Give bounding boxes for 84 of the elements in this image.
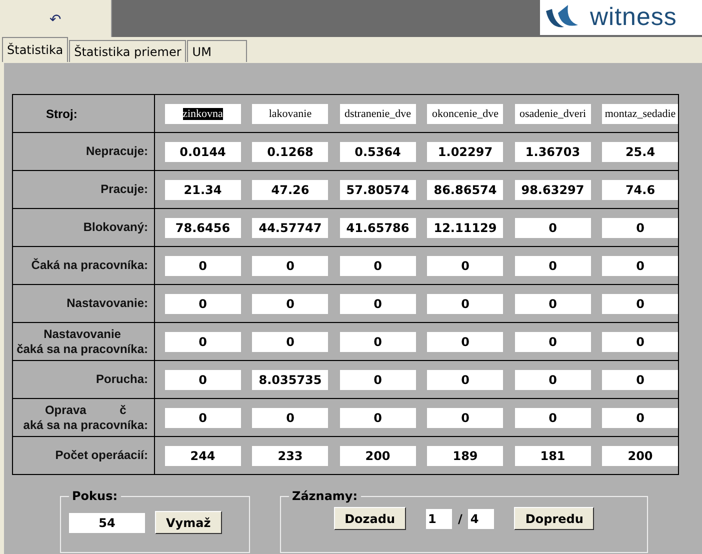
- value-field[interactable]: 0: [164, 332, 241, 352]
- value-field[interactable]: 0: [427, 332, 504, 352]
- value-field[interactable]: 0: [164, 256, 241, 276]
- row-label: Oprava č aká sa na pracovníka:: [23, 402, 148, 432]
- tab[interactable]: UM: [187, 40, 248, 62]
- row-label: Porucha:: [96, 372, 148, 387]
- value-field[interactable]: 0: [602, 256, 678, 276]
- row-label: Počet operáacií:: [55, 448, 148, 463]
- machine-field[interactable]: zinkovna: [164, 104, 241, 124]
- value-field[interactable]: 0.0144: [164, 142, 241, 162]
- value-field[interactable]: 0: [602, 370, 678, 390]
- value-field[interactable]: 0: [427, 256, 504, 276]
- value-field[interactable]: 0: [164, 408, 241, 428]
- value-field[interactable]: 0: [427, 408, 504, 428]
- value-field[interactable]: 0: [164, 370, 241, 390]
- group-label: Pokus:: [71, 489, 119, 503]
- value-field[interactable]: 200: [602, 446, 678, 466]
- machine-field[interactable]: okoncenie_dve: [427, 104, 504, 124]
- value-field[interactable]: 25.4: [602, 142, 678, 162]
- value-field[interactable]: 0: [427, 294, 504, 314]
- value-field[interactable]: 0: [252, 332, 328, 352]
- value-field[interactable]: 0: [602, 294, 678, 314]
- row-label: Pracuje:: [100, 182, 148, 197]
- value-field[interactable]: 181: [514, 446, 591, 466]
- value-field[interactable]: 44.57747: [252, 218, 328, 238]
- row-label: Blokovaný:: [83, 220, 148, 235]
- value-field[interactable]: 0: [340, 294, 416, 314]
- undo-button[interactable]: ↶: [0, 0, 112, 37]
- value-field[interactable]: 21.34: [164, 180, 241, 200]
- value-field[interactable]: 0: [252, 408, 328, 428]
- value-field[interactable]: 0.5364: [340, 142, 416, 162]
- row-label: Stroj:: [46, 106, 78, 120]
- value-field[interactable]: 86.86574: [427, 180, 504, 200]
- value-field[interactable]: 57.80574: [340, 180, 416, 200]
- value-field[interactable]: 47.26: [252, 180, 328, 200]
- back-button[interactable]: Dozadu: [334, 507, 406, 530]
- machine-field[interactable]: dstranenie_dve: [340, 104, 416, 124]
- value-field[interactable]: 0: [514, 408, 591, 428]
- value-field[interactable]: 0: [340, 332, 416, 352]
- group-label: Záznamy:: [291, 489, 359, 503]
- total-field[interactable]: 4: [468, 508, 494, 528]
- record-field[interactable]: 1: [426, 508, 452, 528]
- value-field[interactable]: 0: [514, 294, 591, 314]
- separator: /: [458, 512, 462, 526]
- value-field[interactable]: 41.65786: [340, 218, 416, 238]
- value-field[interactable]: 0: [340, 370, 416, 390]
- attempt-field[interactable]: 54: [69, 512, 145, 532]
- value-field[interactable]: 244: [164, 446, 241, 466]
- row-label: Nepracuje:: [86, 144, 148, 159]
- value-field[interactable]: 0: [427, 370, 504, 390]
- value-field[interactable]: 98.63297: [514, 180, 591, 200]
- value-field[interactable]: 189: [427, 446, 504, 466]
- value-field[interactable]: 0: [514, 218, 591, 238]
- machine-field[interactable]: montaz_sedadie: [602, 104, 678, 124]
- row-label: Čaká na pracovníka:: [31, 258, 148, 273]
- value-field[interactable]: 0: [602, 332, 678, 352]
- value-field[interactable]: 200: [340, 446, 416, 466]
- machine-field[interactable]: lakovanie: [252, 104, 328, 124]
- value-field[interactable]: 0: [602, 408, 678, 428]
- value-field[interactable]: 0: [514, 370, 591, 390]
- value-field[interactable]: 1.36703: [514, 142, 591, 162]
- clear-button[interactable]: Vymaž: [155, 511, 222, 534]
- value-field[interactable]: 74.6: [602, 180, 678, 200]
- tab[interactable]: Štatistika: [2, 37, 68, 62]
- value-field[interactable]: 0.1268: [252, 142, 328, 162]
- value-field[interactable]: 0: [514, 332, 591, 352]
- value-field[interactable]: 0: [340, 408, 416, 428]
- tab[interactable]: Štatistika priemer: [69, 40, 186, 62]
- value-field[interactable]: 8.035735: [252, 370, 328, 390]
- row-label: Nastavovanie čaká sa na pracovníka:: [16, 326, 148, 356]
- machine-field[interactable]: osadenie_dveri: [514, 104, 591, 124]
- logo: witness: [540, 0, 702, 35]
- value-field[interactable]: 78.6456: [164, 218, 241, 238]
- forward-button[interactable]: Dopredu: [514, 507, 594, 530]
- value-field[interactable]: 0: [252, 256, 328, 276]
- value-field[interactable]: 0: [340, 256, 416, 276]
- value-field[interactable]: 0: [164, 294, 241, 314]
- value-field[interactable]: 233: [252, 446, 328, 466]
- value-field[interactable]: 12.11129: [427, 218, 504, 238]
- row-label: Nastavovanie:: [66, 296, 148, 311]
- value-field[interactable]: 0: [252, 294, 328, 314]
- value-field[interactable]: 0: [602, 218, 678, 238]
- value-field[interactable]: 1.02297: [427, 142, 504, 162]
- value-field[interactable]: 0: [514, 256, 591, 276]
